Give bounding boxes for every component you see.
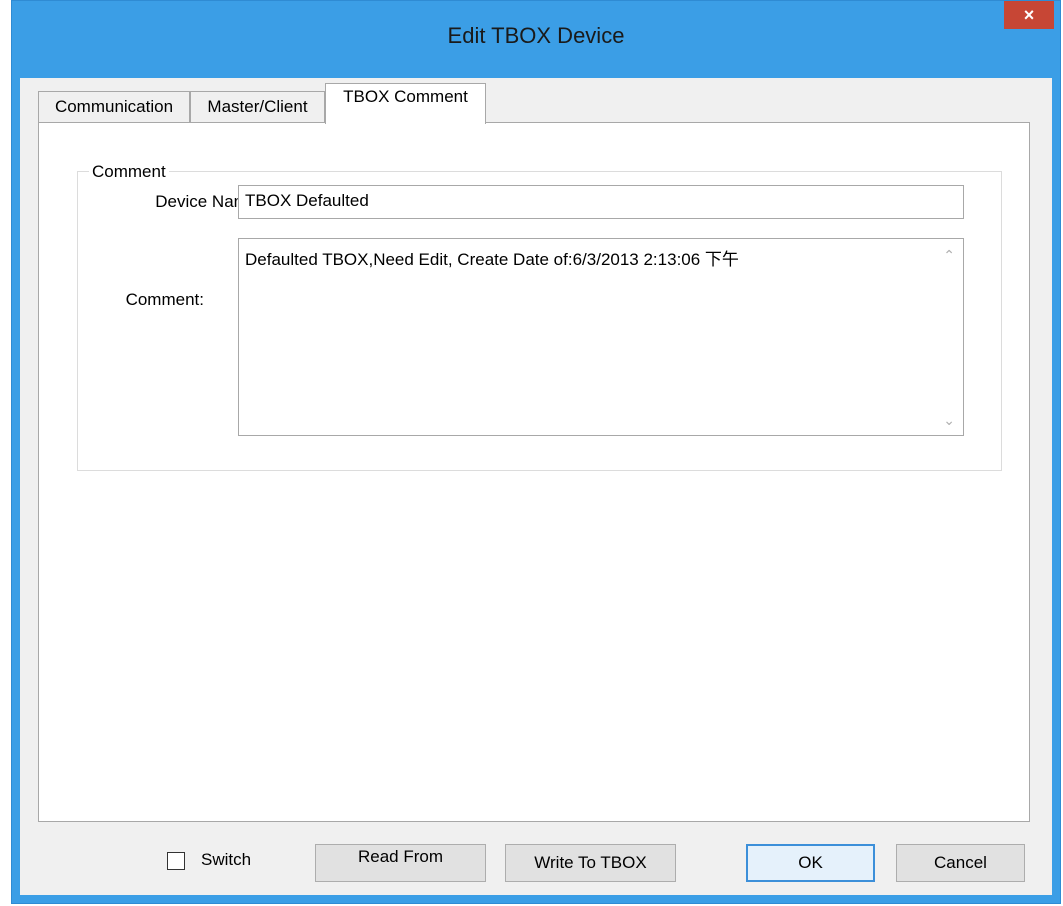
comment-text: Defaulted TBOX,Need Edit, Create Date of… — [245, 250, 739, 269]
comment-group-legend: Comment — [89, 162, 169, 182]
close-icon: × — [1023, 5, 1035, 25]
title-bar[interactable]: Edit TBOX Device × — [12, 1, 1060, 78]
cancel-button[interactable]: Cancel — [896, 844, 1025, 882]
ok-button[interactable]: OK — [746, 844, 875, 882]
tab-tbox-comment[interactable]: TBOX Comment — [325, 83, 486, 124]
write-to-tbox-button[interactable]: Write To TBOX — [505, 844, 676, 882]
dialog-footer: Switch Read From Write To TBOX OK Cancel — [20, 830, 1052, 900]
device-name-input[interactable]: TBOX Defaulted — [238, 185, 964, 219]
tab-communication[interactable]: Communication — [38, 91, 190, 122]
dialog-window: Edit TBOX Device × Communication Master/… — [11, 0, 1061, 904]
close-button[interactable]: × — [1004, 1, 1054, 29]
switch-label[interactable]: Switch — [201, 850, 251, 870]
comment-groupbox: Comment Device Name: TBOX Defaulted Comm… — [77, 162, 1002, 471]
dialog-title: Edit TBOX Device — [447, 23, 625, 48]
tab-master-client[interactable]: Master/Client — [190, 91, 325, 122]
dialog-client-area: Communication Master/Client TBOX Comment… — [20, 78, 1052, 895]
comment-textarea[interactable]: Defaulted TBOX,Need Edit, Create Date of… — [238, 238, 964, 436]
checkbox-box[interactable] — [167, 852, 185, 870]
comment-label: Comment: — [125, 290, 204, 309]
scroll-up-icon[interactable]: ⌃ — [943, 247, 955, 264]
scroll-down-icon[interactable]: ⌄ — [943, 412, 955, 429]
read-from-button[interactable]: Read From — [315, 844, 486, 882]
tab-panel-tbox-comment: Comment Device Name: TBOX Defaulted Comm… — [38, 122, 1030, 822]
